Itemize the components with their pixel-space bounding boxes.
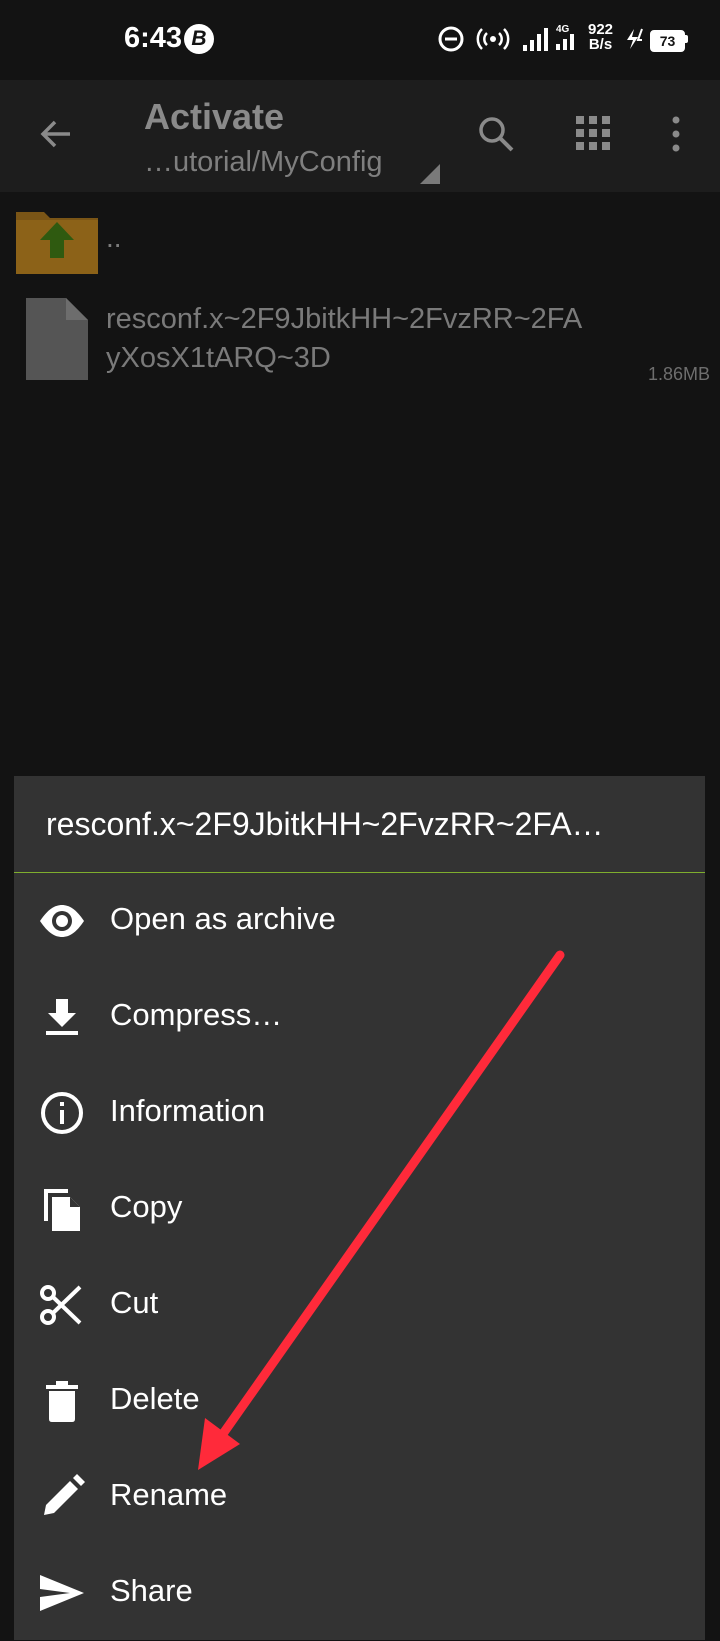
battery-tip: [685, 35, 688, 43]
menu-label: Compress…: [110, 997, 283, 1032]
signal-4g-icon: 4G: [556, 24, 574, 50]
trash-icon: [46, 1381, 78, 1422]
net-speed-value: 922: [588, 21, 614, 38]
file-name: resconf.x~2F9JbitkHH~2FvzRR~2FA yXosX1tA…: [106, 303, 581, 374]
menu-item-cut[interactable]: Cut: [14, 1257, 705, 1353]
breadcrumb-path[interactable]: …utorial/MyConfig: [144, 146, 383, 179]
b-badge-icon: B: [184, 24, 214, 54]
sheet-title: resconf.x~2F9JbitkHH~2FvzRR~2FA…: [46, 806, 604, 842]
menu-item-open-as-archive[interactable]: Open as archive: [14, 873, 705, 969]
clock: 6:43: [124, 22, 183, 54]
status-bar: 6:43 B 4G 922 B/s 73: [0, 0, 720, 80]
menu-item-rename[interactable]: Rename: [14, 1449, 705, 1545]
eye-icon: [40, 905, 84, 937]
menu-label: Share: [110, 1573, 193, 1608]
context-menu-sheet: resconf.x~2F9JbitkHH~2FvzRR~2FA… Open as…: [14, 776, 705, 1640]
menu-label: Copy: [110, 1189, 183, 1224]
folder-up-icon: [16, 212, 98, 274]
menu-item-compress[interactable]: Compress…: [14, 969, 705, 1065]
path-dropdown-icon[interactable]: [420, 164, 440, 184]
copy-icon: [44, 1189, 80, 1231]
file-icon: [26, 298, 88, 380]
download-icon: [46, 999, 78, 1035]
battery-icon: 73: [650, 30, 685, 52]
menu-label: Cut: [110, 1285, 159, 1320]
back-arrow-icon[interactable]: [38, 116, 74, 152]
network-type: 4G: [556, 24, 570, 35]
net-speed-unit: B/s: [588, 36, 613, 53]
scissors-icon: [40, 1285, 82, 1325]
send-icon: [40, 1575, 84, 1611]
toolbar: Activate …utorial/MyConfig: [0, 80, 720, 192]
info-icon: [41, 1092, 83, 1134]
menu-item-share[interactable]: Share: [14, 1545, 705, 1641]
menu-label: Rename: [110, 1477, 228, 1512]
hotspot-icon: [476, 28, 510, 50]
file-size: 1.86MB: [647, 364, 710, 384]
menu-item-copy[interactable]: Copy: [14, 1161, 705, 1257]
search-icon[interactable]: [476, 114, 516, 154]
charging-icon: [627, 28, 643, 49]
menu-label: Open as archive: [110, 901, 336, 936]
more-options-icon[interactable]: [668, 116, 684, 152]
grid-view-icon[interactable]: [576, 116, 610, 150]
pencil-icon: [44, 1474, 85, 1515]
page-title: Activate: [144, 96, 285, 137]
dnd-icon: [438, 26, 464, 52]
signal-icon: [523, 28, 548, 51]
parent-folder-label: ..: [106, 222, 122, 253]
net-speed: 922 B/s: [588, 22, 613, 52]
menu-label: Delete: [110, 1381, 200, 1416]
menu-item-information[interactable]: Information: [14, 1065, 705, 1161]
menu-label: Information: [110, 1093, 266, 1128]
menu-item-delete[interactable]: Delete: [14, 1353, 705, 1449]
